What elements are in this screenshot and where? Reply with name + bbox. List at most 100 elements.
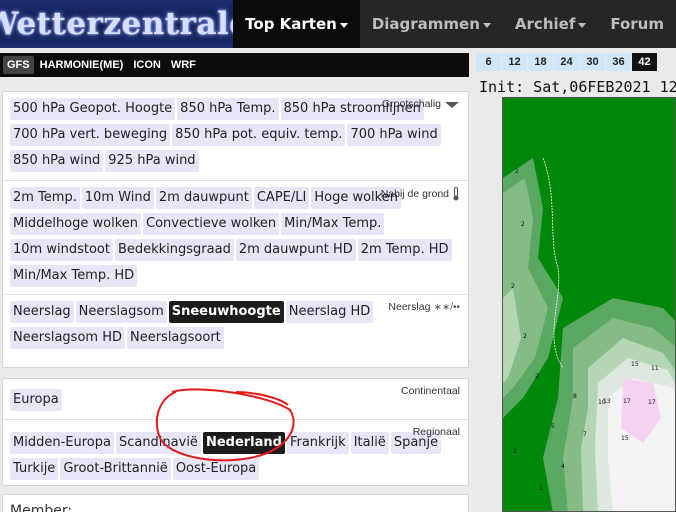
timestep-button[interactable]: 6	[476, 53, 501, 71]
precip-section: Neerslag ∗∗/•• Neerslag Neerslagsom Sneeuw…	[3, 294, 468, 366]
svg-text:2: 2	[535, 373, 539, 380]
svg-text:13: 13	[603, 398, 611, 405]
surface-button[interactable]: 2m Temp. HD	[357, 239, 452, 261]
model-tab-icon[interactable]: ICON	[129, 56, 165, 74]
upper-air-button[interactable]: 850 hPa wind	[10, 150, 104, 172]
precip-button[interactable]: Sneeuwhoogte	[168, 301, 284, 323]
model-tab-gfs[interactable]: GFS	[3, 56, 34, 74]
timestep-button[interactable]: 12	[502, 53, 527, 71]
svg-text:2: 2	[521, 221, 525, 228]
nav-forum[interactable]: Forum	[598, 0, 676, 48]
precip-button[interactable]: Neerslag HD	[285, 301, 374, 323]
regional-button[interactable]: Nederland	[202, 432, 285, 454]
timestep-button[interactable]: 36	[606, 53, 631, 71]
upper-air-button[interactable]: 850 hPa Temp.	[177, 98, 279, 120]
chevron-down-icon	[578, 22, 587, 28]
continental-section: Continentaal Europa	[3, 379, 468, 419]
region-panel: Continentaal Europa Regionaal Midden-Eur…	[2, 378, 469, 486]
svg-text:2: 2	[515, 168, 519, 175]
svg-text:1: 1	[539, 485, 543, 492]
regional-button[interactable]: Groot-Brittannië	[60, 458, 171, 480]
surface-button[interactable]: 10m Wind	[81, 187, 154, 209]
surface-label: Nabij de grond	[381, 187, 460, 201]
precip-button[interactable]: Neerslag	[10, 301, 74, 323]
upper-air-button[interactable]: 700 hPa vert. beweging	[10, 124, 171, 146]
members-row: Member:	[2, 494, 469, 512]
snow-depth-map-image: 222 5810 151117 13 1715 721 422	[503, 98, 675, 511]
surface-button[interactable]: Min/Max Temp. HD	[10, 265, 138, 287]
continental-label: Continentaal	[401, 385, 460, 397]
regional-button[interactable]: Midden-Europa	[10, 432, 114, 454]
chevron-down-icon	[482, 22, 491, 28]
main-nav: Top Karten Diagrammen Archief Forum	[233, 0, 676, 48]
thermometer-icon	[453, 187, 459, 201]
regional-button[interactable]: Frankrijk	[286, 432, 349, 454]
parameter-panel: Grootschalig 500 hPa Geopot. Hoogte 850 h…	[2, 91, 469, 368]
svg-text:17: 17	[648, 399, 656, 406]
continental-buttons: Europa	[10, 385, 462, 411]
section-title: Grootschalig	[382, 98, 441, 110]
svg-text:11: 11	[651, 365, 659, 372]
upper-air-button[interactable]: 500 hPa Geopot. Hoogte	[10, 98, 176, 120]
surface-button[interactable]: 2m dauwpunt	[155, 187, 252, 209]
svg-text:7: 7	[583, 431, 587, 438]
surface-button[interactable]: 2m dauwpunt HD	[235, 239, 356, 261]
surface-button[interactable]: Bedekkingsgraad	[114, 239, 234, 261]
regional-label: Regionaal	[412, 426, 460, 438]
surface-buttons: 2m Temp. 10m Wind 2m dauwpunt CAPE/LI Hoge w…	[10, 187, 462, 287]
model-tab-wrf[interactable]: WRF	[167, 56, 200, 74]
surface-button[interactable]: CAPE/LI	[253, 187, 310, 209]
nav-label: Top Karten	[245, 15, 337, 33]
surface-section: Nabij de grond 2m Temp. 10m Wind 2m dauwpu…	[3, 180, 468, 294]
svg-text:2: 2	[523, 333, 527, 340]
surface-button[interactable]: 10m windstoot	[10, 239, 113, 261]
upper-air-label: Grootschalig	[382, 98, 460, 110]
timestep-button[interactable]: 30	[580, 53, 605, 71]
continental-button[interactable]: Europa	[10, 389, 62, 411]
upper-air-button[interactable]: 700 hPa wind	[347, 124, 441, 146]
precip-button[interactable]: Neerslagsom HD	[10, 327, 125, 349]
timestep-button[interactable]: 42	[632, 53, 657, 71]
cloud-icon	[445, 102, 459, 108]
surface-button[interactable]: Middelhoge wolken	[10, 213, 142, 235]
nav-label: Archief	[514, 15, 576, 33]
regional-button[interactable]: Turkije	[10, 458, 59, 480]
svg-text:2: 2	[511, 283, 515, 290]
surface-button[interactable]: Min/Max Temp.	[281, 213, 385, 235]
svg-text:15: 15	[621, 435, 629, 442]
regional-button[interactable]: Italië	[350, 432, 389, 454]
surface-button[interactable]: Convectieve wolken	[143, 213, 280, 235]
nav-diagrammen[interactable]: Diagrammen	[360, 0, 503, 48]
members-label: Member:	[10, 503, 73, 512]
top-navbar: Wetterzentrale Top Karten Diagrammen Arc…	[0, 0, 676, 48]
svg-text:15: 15	[631, 361, 639, 368]
model-tab-harmonie[interactable]: HARMONIE(ME)	[36, 56, 128, 74]
section-title: Nabij de grond	[380, 188, 449, 200]
upper-air-button[interactable]: 925 hPa wind	[105, 150, 199, 172]
surface-button[interactable]: 2m Temp.	[10, 187, 80, 209]
nav-label: Forum	[610, 15, 664, 33]
snow-rain-icon: ∗∗/••	[433, 301, 460, 313]
precip-button[interactable]: Neerslagsoort	[126, 327, 224, 349]
regional-button[interactable]: Oost-Europa	[172, 458, 260, 480]
logo-text: Wetterzentrale	[0, 6, 233, 42]
svg-text:8: 8	[573, 393, 577, 400]
section-title: Neerslag	[388, 301, 431, 313]
precip-label: Neerslag ∗∗/••	[388, 301, 460, 313]
timestep-button[interactable]: 18	[528, 53, 553, 71]
regional-button[interactable]: Scandinavië	[115, 432, 201, 454]
init-time: Init: Sat,06FEB2021 12Z	[479, 78, 676, 96]
weather-map[interactable]: 222 5 8 10 15 11 17 13 17 15 721 422	[502, 97, 676, 512]
upper-air-button[interactable]: 850 hPa pot. equiv. temp.	[172, 124, 346, 146]
site-logo[interactable]: Wetterzentrale	[0, 0, 234, 48]
svg-text:4: 4	[561, 463, 565, 470]
timestep-bar: 6 12 18 24 30 36 42	[476, 53, 676, 71]
nav-top-karten[interactable]: Top Karten	[233, 0, 360, 48]
timestep-button[interactable]: 24	[554, 53, 579, 71]
svg-text:17: 17	[623, 398, 631, 405]
precip-button[interactable]: Neerslagsom	[75, 301, 167, 323]
model-tabs: GFS HARMONIE(ME) ICON WRF	[0, 53, 469, 77]
svg-text:2: 2	[513, 448, 517, 455]
svg-text:5: 5	[551, 423, 555, 430]
nav-archief[interactable]: Archief	[503, 0, 598, 48]
